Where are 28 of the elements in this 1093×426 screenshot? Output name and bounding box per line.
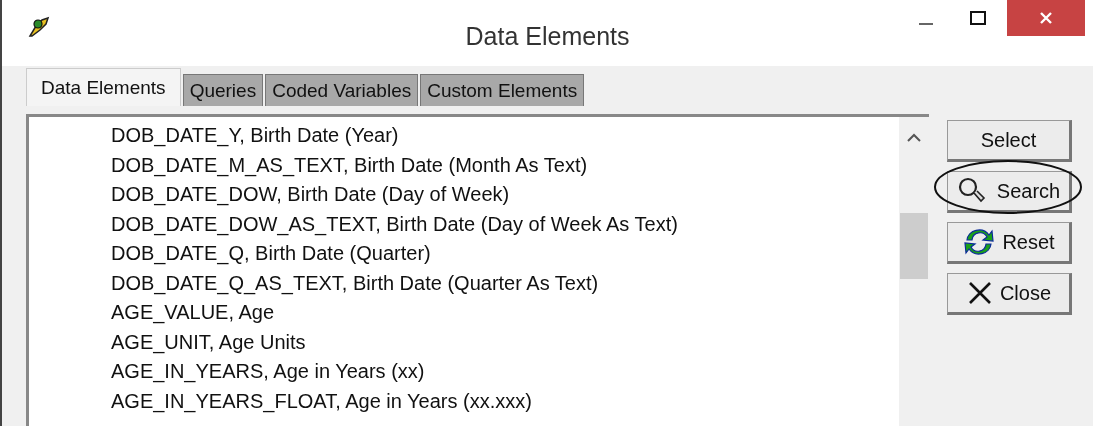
- list-item[interactable]: AGE_IN_YEARS, Age in Years (xx): [111, 357, 899, 387]
- action-button[interactable]: Search: [947, 171, 1072, 213]
- close-icon: [1038, 10, 1054, 26]
- list-item[interactable]: DOB_DATE_Q_AS_TEXT, Birth Date (Quarter As Text): [111, 268, 899, 298]
- list-item[interactable]: DOB_DATE_DOW_AS_TEXT, Birth Date (Day of Week As Text): [111, 209, 899, 239]
- tab[interactable]: Data Elements: [26, 68, 181, 106]
- list-item[interactable]: DOB_DATE_M_AS_TEXT, Birth Date (Month As Text): [111, 150, 899, 180]
- tab[interactable]: Custom Elements: [420, 74, 585, 106]
- scroll-thumb[interactable]: [900, 213, 928, 279]
- list-item[interactable]: DOB_DATE_Y, Birth Date (Year): [111, 121, 899, 151]
- close-button[interactable]: [1007, 0, 1085, 36]
- app-icon: [26, 16, 50, 38]
- tab[interactable]: Coded Variables: [265, 74, 419, 106]
- list-item[interactable]: DOB_DATE_Q, Birth Date (Quarter): [111, 239, 899, 269]
- list-item[interactable]: DOB_DATE_DOW, Birth Date (Day of Week): [111, 180, 899, 210]
- list-item[interactable]: AGE_UNIT, Age Units: [111, 327, 899, 357]
- action-button[interactable]: Close: [947, 273, 1072, 315]
- minimize-icon: [919, 23, 933, 25]
- scrollbar[interactable]: [899, 117, 929, 426]
- action-button[interactable]: Reset: [947, 222, 1072, 264]
- scroll-up-icon[interactable]: [907, 133, 921, 142]
- window-title: Data Elements: [465, 22, 630, 51]
- list-item[interactable]: AGE_VALUE, Age: [111, 298, 899, 328]
- maximize-icon: [970, 11, 986, 25]
- list-item[interactable]: AGE_IN_YEARS_FLOAT, Age in Years (xx.xxx): [111, 386, 899, 416]
- refresh-icon: [962, 226, 997, 258]
- action-button[interactable]: Select: [947, 120, 1072, 162]
- tab[interactable]: Queries: [182, 74, 264, 106]
